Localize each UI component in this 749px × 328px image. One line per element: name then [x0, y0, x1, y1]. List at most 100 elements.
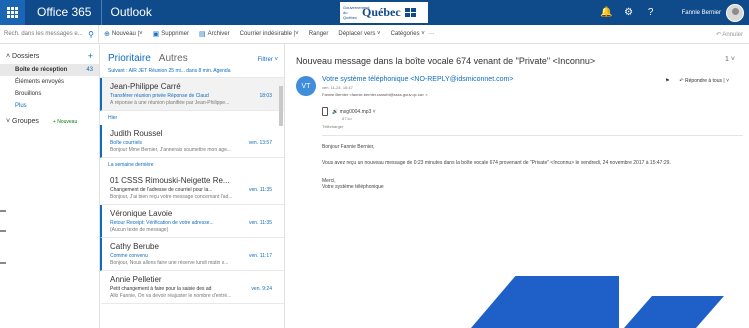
left-edge-mark	[0, 210, 6, 212]
folder-pane: ˄ Dossiers + Boîte de réception 43 Éléme…	[0, 44, 99, 328]
message-preview: Bonjour, J'ai bien reçu votre message co…	[110, 194, 233, 200]
command-bar: Rech. dans les messages e... ⚲ ⊕ Nouveau …	[0, 24, 749, 44]
top-bar: Office 365 Outlook Gouvernement du Québe…	[0, 0, 749, 25]
groups-header[interactable]: ˅ Groupes + Nouveau	[0, 112, 99, 127]
recipient-line: Fannie Bernier <fannie.bernier.csssrbt@s…	[322, 92, 428, 97]
message-preview: À réponse à une réunion planifiée par Je…	[110, 100, 230, 106]
app-name[interactable]: Outlook	[102, 0, 151, 25]
tab-other[interactable]: Autres	[159, 53, 188, 64]
message-sender: Jean-Philippe Carré	[110, 82, 181, 91]
add-folder-icon[interactable]: +	[88, 52, 93, 61]
attachment-name: msg0004.mp3	[339, 108, 372, 115]
delete-button[interactable]: ▣ Supprimer	[148, 30, 194, 38]
message-time: ven. 11:35	[249, 220, 272, 226]
undo-button[interactable]: ↶ Annuler	[716, 31, 743, 38]
archive-icon: ▤	[198, 31, 206, 38]
notification-bell-icon[interactable]: 🔔	[596, 7, 618, 18]
sender-name[interactable]: Votre système téléphonique <NO-REPLY@ids…	[322, 76, 513, 83]
list-item[interactable]: Annie Pelletier Petit changement à faire…	[100, 271, 284, 304]
trash-icon: ▣	[152, 31, 160, 38]
gov-name: Québec	[362, 5, 401, 19]
fleurdelise-icon	[404, 8, 416, 17]
message-preview: (Aucun texte de message)	[110, 227, 169, 233]
email-greeting: Bonjour Fannie Bernier,	[322, 144, 375, 150]
message-sender: 01 CSSS Rimouski-Neigette Re...	[110, 176, 230, 185]
office-brand[interactable]: Office 365	[25, 0, 103, 25]
chevron-down-icon: ˅	[6, 118, 11, 125]
chevron-up-icon: ˄	[6, 53, 11, 60]
email-body: Bonjour Fannie Bernier, Vous avez reçu u…	[286, 136, 749, 190]
user-avatar[interactable]	[726, 3, 744, 22]
document-icon	[322, 107, 328, 116]
unread-count: 43	[86, 67, 93, 73]
folder-drafts[interactable]: Brouillons	[0, 88, 99, 100]
folder-inbox[interactable]: Boîte de réception 43	[0, 64, 99, 76]
left-edge-mark	[0, 230, 6, 232]
user-name[interactable]: Fannie Bernier	[662, 10, 726, 16]
archive-button[interactable]: ▤ Archiver	[194, 30, 235, 38]
reply-all-button[interactable]: ↶ Répondre à tous | ˅	[679, 78, 729, 84]
search-input[interactable]: Rech. dans les messages e...	[4, 31, 83, 37]
message-subject: Retour Receipt: Vérification de votre ad…	[110, 220, 214, 226]
list-item[interactable]: Véronique Lavoie Retour Receipt: Vérific…	[100, 205, 284, 238]
junk-button[interactable]: Courrier indésirable |˅	[235, 31, 304, 37]
top-right-controls: 🔔 ⚙ ? Fannie Bernier	[596, 0, 749, 25]
message-time: ven. 13:57	[248, 140, 272, 146]
new-group-button[interactable]: + Nouveau	[53, 119, 77, 125]
message-subject: Changement de l'adresse de courriel pour…	[110, 187, 213, 193]
search-box[interactable]: Rech. dans les messages e... ⚲	[0, 24, 99, 44]
message-preview: Bonjour, Nous allons faire une réserve l…	[110, 260, 229, 266]
email-subject: Nouveau message dans la boîte vocale 674…	[296, 56, 596, 66]
folders-header[interactable]: ˄ Dossiers +	[0, 44, 99, 64]
email-date: ven. 11-24, 15:47	[322, 85, 353, 90]
plus-circle-icon: ⊕	[104, 31, 110, 38]
new-button[interactable]: ⊕ Nouveau |˅	[99, 30, 148, 38]
message-preview: Allo Fannie, On va devoir réajuster le n…	[110, 293, 232, 299]
tab-focused[interactable]: Prioritaire	[108, 53, 151, 64]
undo-icon: ↶	[715, 32, 721, 38]
move-button[interactable]: Déplacer vers ˅	[333, 31, 385, 37]
email-paragraph: Vous avez reçu un nouveau message de 0:2…	[322, 160, 671, 166]
message-list: Prioritaire Autres Filtrer ˅ Suivant : A…	[99, 44, 285, 328]
settings-gear-icon[interactable]: ⚙	[618, 7, 640, 18]
quebec-logo: Gouvernement du Québec Québec	[340, 2, 428, 23]
app-launcher-icon[interactable]	[0, 0, 25, 25]
message-subject: Petit changement à faire pour la saisie …	[110, 286, 212, 292]
message-subject: Transférer réunion privée Réponse de Cla…	[110, 93, 209, 99]
attachment[interactable]: 🔊 msg0004.mp3 ˅	[322, 107, 749, 116]
help-icon[interactable]: ?	[640, 7, 662, 18]
email-signature: Votre système téléphonique	[322, 184, 384, 190]
search-icon[interactable]: ⚲	[88, 30, 98, 39]
gov-prefix: Gouvernement du Québec	[343, 5, 370, 20]
sweep-button[interactable]: Ranger	[304, 31, 334, 37]
message-sender: Judith Roussel	[110, 129, 163, 138]
categories-button[interactable]: Catégories ˅ ···	[386, 31, 440, 37]
list-scrollbar[interactable]	[279, 86, 283, 126]
message-subject: Boîte courriels	[110, 140, 142, 146]
filter-dropdown[interactable]: Filtrer ˅	[257, 57, 278, 63]
inbox-tabs: Prioritaire Autres Filtrer ˅	[100, 44, 284, 67]
list-item[interactable]: Jean-Philippe Carré Transférer réunion p…	[100, 78, 284, 111]
sender-avatar[interactable]: VT	[296, 76, 316, 96]
agenda-notice[interactable]: Suivant : AIR JET Réunion 25 mi... dans …	[100, 67, 284, 78]
section-label-yesterday: Hier	[108, 115, 118, 121]
message-time: ven. 11:35	[249, 187, 272, 193]
thread-count[interactable]: 1 ˅	[725, 56, 735, 63]
folder-more[interactable]: Plus	[0, 100, 99, 112]
chevron-down-icon[interactable]: ˅	[371, 109, 376, 115]
list-item[interactable]: Cathy Berube Comme convenu ven. 11:17 Bon…	[100, 238, 284, 271]
message-subject: Comme convenu	[110, 253, 148, 259]
flag-icon[interactable]: ⚑	[665, 78, 669, 84]
message-preview: Bonjour Mme Bernier, J'annerais soumettr…	[110, 147, 232, 153]
list-item[interactable]: 01 CSSS Rimouski-Neigette Re... Changeme…	[100, 172, 284, 205]
download-link[interactable]: Télécharger	[322, 124, 749, 129]
list-item[interactable]: Judith Roussel Boîte courriels ven. 13:57…	[100, 125, 284, 158]
sender-row: VT Votre système téléphonique <NO-REPLY@…	[286, 66, 749, 97]
section-label-last-week: La semaine dernière	[108, 162, 154, 168]
message-time: ven. 11:17	[249, 253, 272, 259]
audio-icon: 🔊	[332, 108, 339, 115]
message-time: ven. 9:24	[251, 286, 272, 292]
message-time: 18:03	[259, 93, 272, 99]
folder-sent[interactable]: Éléments envoyés	[0, 76, 99, 88]
reply-controls: ⚑ ↶ Répondre à tous | ˅	[665, 78, 729, 84]
